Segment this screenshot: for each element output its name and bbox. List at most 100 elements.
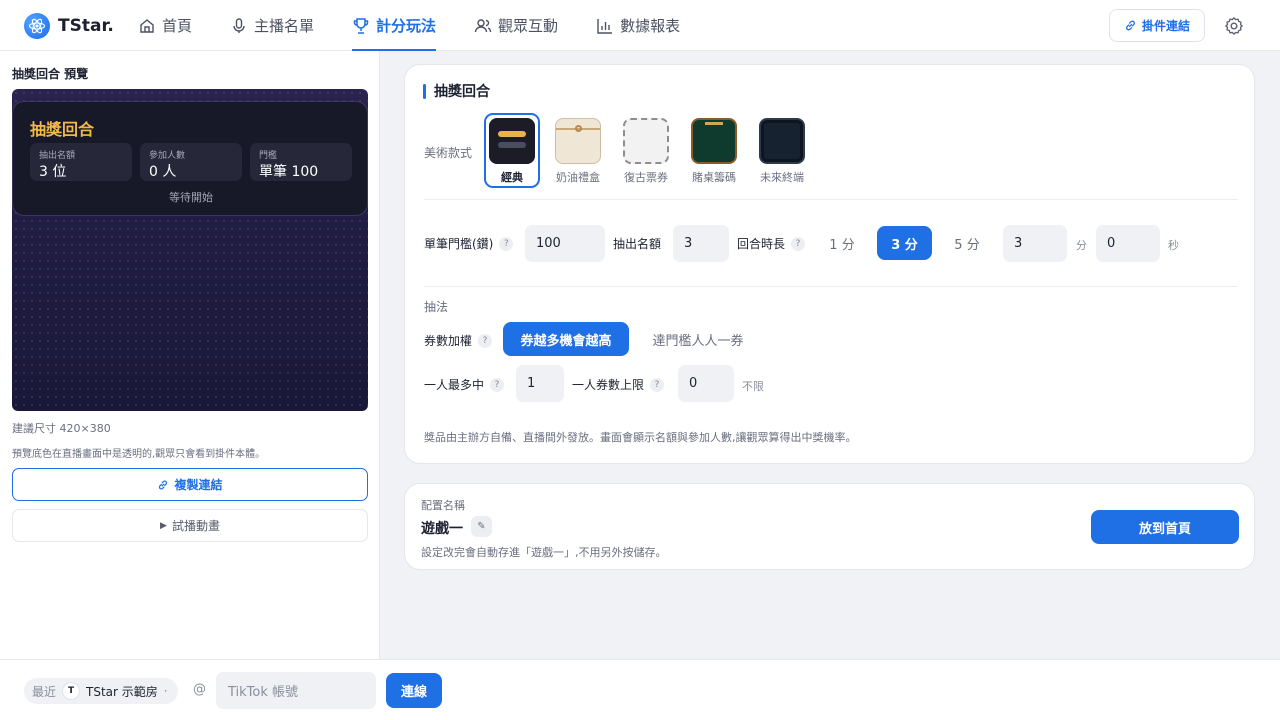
widget-status: 等待開始	[169, 191, 213, 204]
dropdown-dot-icon: ·	[163, 684, 168, 698]
stat-threshold-value: 單筆 100	[259, 164, 319, 180]
ticket-cap-input[interactable]: 0	[678, 365, 734, 402]
trophy-icon	[353, 17, 369, 34]
retro-ticket-swatch	[623, 118, 669, 164]
duration-label: 回合時長 ?	[737, 235, 806, 252]
play-icon: ▶	[160, 520, 167, 531]
transparency-note: 預覽底色在直播畫面中是透明的,觀眾只會看到掛件本體。	[12, 449, 266, 460]
stat-participants: 參加人數 0 人	[140, 143, 242, 181]
duration-label-text: 回合時長	[737, 237, 786, 251]
config-name-label: 配置名稱	[421, 499, 465, 512]
duration-option-3min[interactable]: 3 分	[877, 226, 932, 260]
help-icon[interactable]: ?	[490, 377, 505, 392]
size-hint: 建議尺寸 420×380	[12, 422, 111, 435]
recent-room-selector[interactable]: 最近 T TStar 示範房 ·	[24, 678, 178, 704]
future-terminal-swatch	[759, 118, 805, 164]
bottom-connect-bar: 最近 T TStar 示範房 · @ TikTok 帳號 連線	[0, 659, 1280, 720]
stat-participants-value: 0 人	[149, 164, 177, 180]
nav-scoring-label: 計分玩法	[376, 17, 437, 35]
ticket-cap-label-text: 一人券數上限	[572, 378, 645, 392]
style-label-classic: 經典	[501, 171, 523, 184]
copy-link-label: 複製連結	[174, 478, 223, 492]
max-win-label-text: 一人最多中	[424, 378, 485, 392]
nav-reports[interactable]: 數據報表	[596, 0, 680, 51]
users-icon	[474, 18, 492, 32]
play-animation-button[interactable]: ▶ 試播動畫	[12, 509, 368, 542]
copy-link-button[interactable]: 複製連結	[12, 468, 368, 501]
home-icon	[140, 18, 154, 33]
play-animation-label: 試播動畫	[171, 519, 220, 533]
nav-home[interactable]: 首頁	[138, 0, 192, 51]
style-option-classic[interactable]: 經典	[484, 113, 540, 188]
duration-option-5min[interactable]: 5 分	[944, 226, 990, 260]
winners-label: 抽出名額	[613, 237, 662, 251]
stat-threshold-label: 門檻	[259, 151, 278, 161]
gear-icon[interactable]	[1224, 16, 1244, 36]
config-autosave-note: 設定改完會自動存進「遊戲一」,不用另外按儲存。	[421, 546, 667, 559]
config-name: 遊戲一	[421, 521, 463, 537]
max-win-label: 一人最多中 ?	[424, 376, 505, 393]
style-option-retro-ticket[interactable]: 復古票券	[618, 113, 674, 188]
winners-input[interactable]: 3	[673, 225, 729, 262]
connect-button[interactable]: 連線	[386, 673, 442, 708]
weight-label-text: 券數加權	[424, 334, 473, 348]
divider	[424, 199, 1238, 200]
brand-name: TStar.	[58, 16, 114, 36]
brand[interactable]: TStar.	[24, 13, 114, 39]
style-option-cream-gift[interactable]: 奶油禮盒	[550, 113, 606, 188]
casino-chips-swatch	[691, 118, 737, 164]
set-home-button[interactable]: 放到首頁	[1091, 510, 1239, 544]
divider	[424, 286, 1238, 287]
stat-winners-label: 抽出名額	[39, 151, 76, 161]
nav-audience[interactable]: 觀眾互動	[474, 0, 558, 51]
at-symbol: @	[193, 682, 206, 697]
duration-option-1min[interactable]: 1 分	[819, 226, 865, 260]
recent-room-name: TStar 示範房	[86, 684, 158, 699]
style-label-cream-gift: 奶油禮盒	[556, 171, 600, 184]
stat-participants-label: 參加人數	[149, 151, 186, 161]
duration-minutes-input[interactable]: 3	[1003, 225, 1067, 262]
tiktok-account-input[interactable]: TikTok 帳號	[216, 672, 376, 709]
weight-option-one-ticket[interactable]: 達門檻人人一券	[643, 322, 753, 356]
stat-winners-value: 3 位	[39, 164, 67, 180]
style-label-retro-ticket: 復古票券	[624, 171, 668, 184]
nav-scoring[interactable]: 計分玩法	[352, 0, 437, 51]
main-nav: 首頁 主播名單 計分玩法 觀眾互動 數據報表	[138, 0, 718, 51]
settings-title: 抽獎回合	[423, 81, 490, 101]
nav-streamers[interactable]: 主播名單	[230, 0, 314, 51]
help-icon[interactable]: ?	[499, 236, 514, 251]
preview-panel: 抽獎回合 預覽 抽獎回合 抽出名額 3 位 參加人數 0 人 門檻 單筆 100…	[0, 51, 380, 659]
help-icon[interactable]: ?	[478, 333, 493, 348]
ticket-cap-hint: 不限	[742, 380, 764, 393]
style-option-future-terminal[interactable]: 未來終端	[754, 113, 810, 188]
weight-option-more-tickets[interactable]: 券越多機會越高	[503, 322, 629, 356]
classic-swatch	[489, 118, 535, 164]
config-card: 配置名稱 遊戲一 ✎ 設定改完會自動存進「遊戲一」,不用另外按儲存。 放到首頁	[404, 483, 1255, 570]
plugin-link-label: 掛件連結	[1141, 19, 1190, 33]
edit-pencil-icon[interactable]: ✎	[471, 516, 492, 537]
threshold-input[interactable]: 100	[525, 225, 605, 262]
avatar: T	[62, 682, 81, 700]
seconds-unit: 秒	[1168, 239, 1179, 252]
duration-seconds-input[interactable]: 0	[1096, 225, 1160, 262]
max-win-input[interactable]: 1	[516, 365, 564, 402]
nav-audience-label: 觀眾互動	[498, 17, 559, 35]
recent-label: 最近	[32, 684, 57, 699]
lottery-widget-card: 抽獎回合 抽出名額 3 位 參加人數 0 人 門檻 單筆 100 等待開始	[12, 101, 368, 216]
weight-label: 券數加權 ?	[424, 332, 493, 349]
style-label-future-terminal: 未來終端	[760, 171, 804, 184]
bar-chart-icon	[597, 18, 613, 34]
link-icon	[159, 480, 168, 489]
preview-title: 抽獎回合 預覽	[12, 67, 89, 81]
help-icon[interactable]: ?	[650, 377, 665, 392]
style-label-casino-chips: 賭桌籌碼	[692, 171, 736, 184]
lottery-settings-card: 抽獎回合 美術款式 經典 奶油禮盒 復古票券 賭桌籌碼 未來終端 單筆門檻(鑽)…	[404, 64, 1255, 464]
plugin-link-button[interactable]: 掛件連結	[1109, 9, 1205, 42]
stat-threshold: 門檻 單筆 100	[250, 143, 352, 181]
style-option-casino-chips[interactable]: 賭桌籌碼	[686, 113, 742, 188]
top-nav-bar: TStar. 首頁 主播名單 計分玩法 觀眾互動 數據報表 掛件連結	[0, 0, 1280, 51]
help-icon[interactable]: ?	[791, 236, 806, 251]
atom-logo-icon	[24, 13, 50, 39]
nav-streamers-label: 主播名單	[254, 17, 315, 35]
prize-footnote: 獎品由主辦方自備、直播間外發放。畫面會顯示名額與參加人數,讓觀眾算得出中獎機率。	[424, 431, 857, 444]
